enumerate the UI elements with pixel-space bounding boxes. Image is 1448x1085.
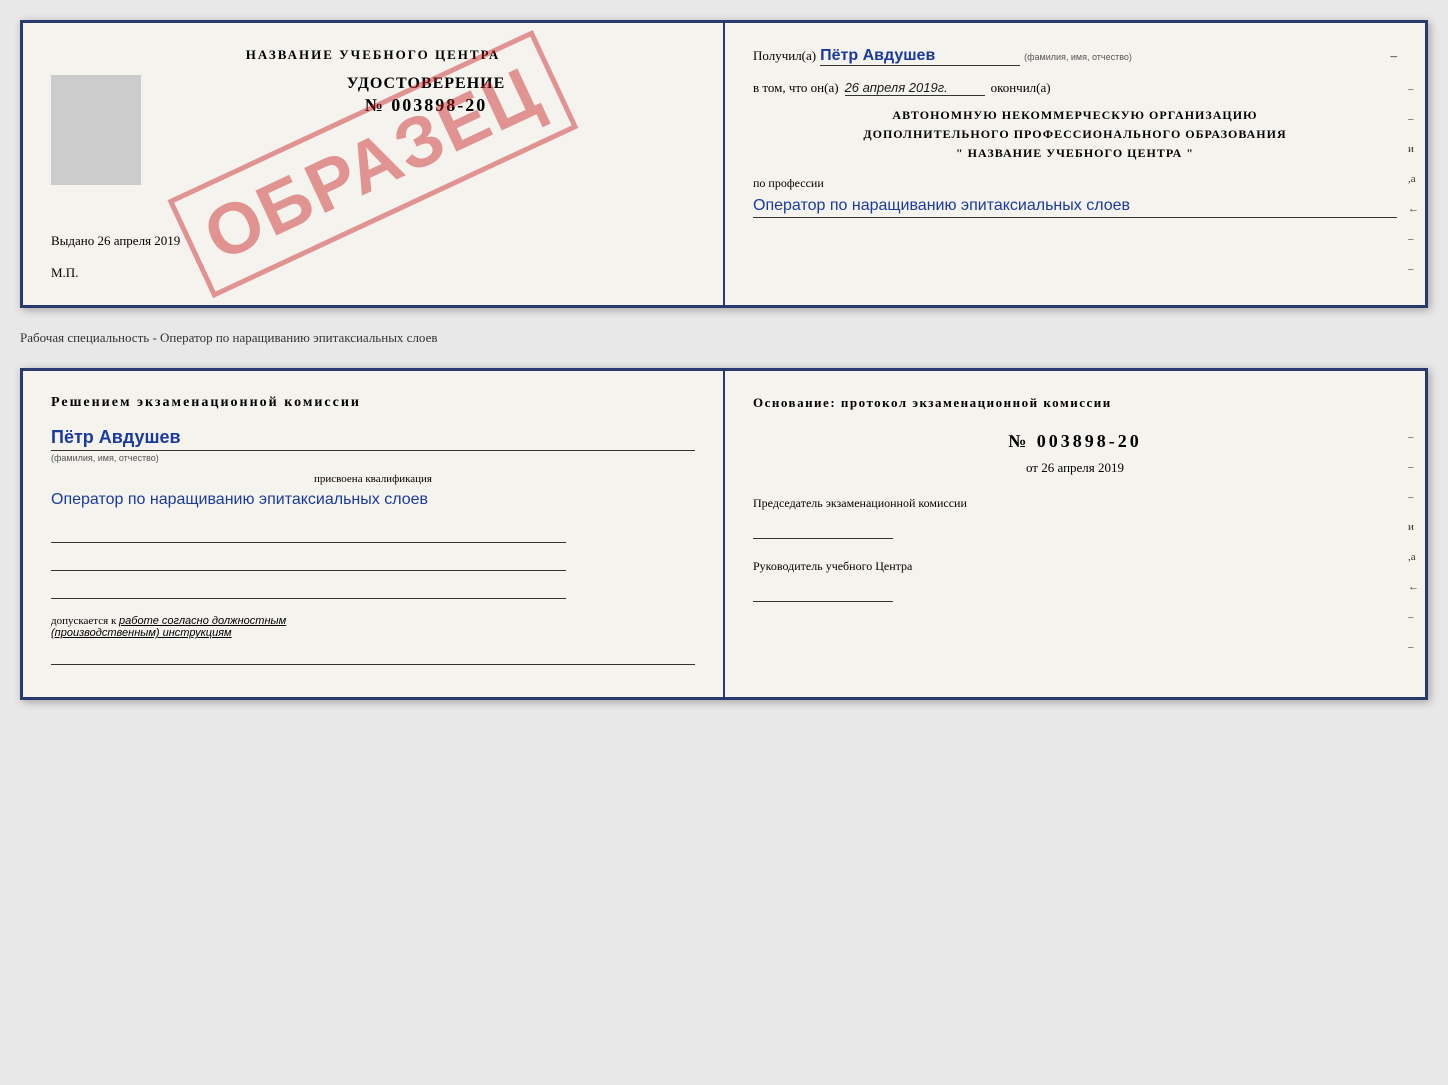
protocol-date-value: 26 апреля 2019 [1041, 460, 1124, 475]
qualification-document: Решением экзаменационной комиссии Пётр А… [20, 368, 1428, 700]
cert-left-panel: НАЗВАНИЕ УЧЕБНОГО ЦЕНТРА УДОСТОВЕРЕНИЕ №… [23, 23, 725, 305]
photo-placeholder [51, 75, 141, 185]
cert-school-title: НАЗВАНИЕ УЧЕБНОГО ЦЕНТРА [51, 47, 695, 63]
org-block: АВТОНОМНУЮ НЕКОММЕРЧЕСКУЮ ОРГАНИЗАЦИЮ ДО… [753, 106, 1397, 164]
rukovoditel-block: Руководитель учебного Центра [753, 559, 1397, 602]
cert-middle-block: УДОСТОВЕРЕНИЕ № 003898-20 [51, 75, 695, 193]
signature-lines [51, 523, 695, 599]
qual-right-panel: Основание: протокол экзаменационной коми… [725, 371, 1425, 697]
sig-line-2 [51, 551, 566, 571]
qual-left-panel: Решением экзаменационной комиссии Пётр А… [23, 371, 725, 697]
cert-right-panel: Получил(а) Пётр Авдушев (фамилия, имя, о… [725, 23, 1425, 305]
protocol-number: № 003898-20 [753, 431, 1397, 452]
poluchil-name: Пётр Авдушев [820, 47, 1020, 66]
poluchil-hint: (фамилия, имя, отчество) [1024, 52, 1132, 62]
org-line1: АВТОНОМНУЮ НЕКОММЕРЧЕСКУЮ ОРГАНИЗАЦИЮ [753, 106, 1397, 125]
vydano-line: Выдано 26 апреля 2019 [51, 233, 695, 249]
page-wrapper: НАЗВАНИЕ УЧЕБНОГО ЦЕНТРА УДОСТОВЕРЕНИЕ №… [20, 20, 1428, 700]
qual-person-name: Пётр Авдушев [51, 427, 695, 451]
dopusk-label: допускается к [51, 615, 116, 627]
profession-label: по профессии [753, 176, 1397, 191]
rukovoditel-label: Руководитель учебного Центра [753, 559, 1397, 574]
poluchil-dash: – [1391, 48, 1398, 64]
predsedatel-sig [753, 519, 893, 539]
osnovanie-title: Основание: протокол экзаменационной коми… [753, 395, 1397, 411]
profession-value: Оператор по наращиванию эпитаксиальных с… [753, 195, 1397, 218]
vydano-date: 26 апреля 2019 [98, 233, 181, 248]
sig-line-1 [51, 523, 566, 543]
rukovod-sig [753, 582, 893, 602]
right-side-dashes: – – – и ,а ← – – [1408, 431, 1419, 653]
vtom-line: в том, что он(а) 26 апреля 2019г. окончи… [753, 80, 1397, 96]
prisvoena-label: присвоена квалификация [51, 473, 695, 485]
dopuskaetsya-block: допускается к работе согласно должностны… [51, 615, 695, 665]
vydano-label: Выдано [51, 233, 94, 248]
separator-label: Рабочая специальность - Оператор по нара… [20, 326, 1428, 350]
udost-number: № 003898-20 [51, 95, 695, 116]
predsedatel-block: Председатель экзаменационной комиссии [753, 496, 1397, 539]
udostoverenie-block: УДОСТОВЕРЕНИЕ № 003898-20 [51, 75, 695, 116]
sig-line-3 [51, 579, 566, 599]
resheniem-title: Решением экзаменационной комиссии [51, 395, 695, 411]
org-quote: " НАЗВАНИЕ УЧЕБНОГО ЦЕНТРА " [753, 144, 1397, 163]
side-dashes: – – и ,а ← – – [1408, 83, 1419, 275]
vtom-prefix: в том, что он(а) [753, 80, 839, 96]
okonchil-label: окончил(а) [991, 80, 1051, 96]
poluchil-line: Получил(а) Пётр Авдушев (фамилия, имя, о… [753, 47, 1397, 66]
mp-line: М.П. [51, 265, 695, 281]
protocol-date-prefix: от [1026, 460, 1038, 475]
qual-fio-hint: (фамилия, имя, отчество) [51, 453, 695, 463]
certificate-document: НАЗВАНИЕ УЧЕБНОГО ЦЕНТРА УДОСТОВЕРЕНИЕ №… [20, 20, 1428, 308]
org-line2: ДОПОЛНИТЕЛЬНОГО ПРОФЕССИОНАЛЬНОГО ОБРАЗО… [753, 125, 1397, 144]
protocol-date: от 26 апреля 2019 [753, 460, 1397, 476]
vtom-date: 26 апреля 2019г. [845, 80, 985, 96]
predsedatel-label: Председатель экзаменационной комиссии [753, 496, 1397, 511]
poluchil-prefix: Получил(а) [753, 48, 816, 64]
qual-profession: Оператор по наращиванию эпитаксиальных с… [51, 489, 695, 511]
dopusk-sig-line [51, 645, 695, 665]
udost-label: УДОСТОВЕРЕНИЕ [51, 75, 695, 93]
